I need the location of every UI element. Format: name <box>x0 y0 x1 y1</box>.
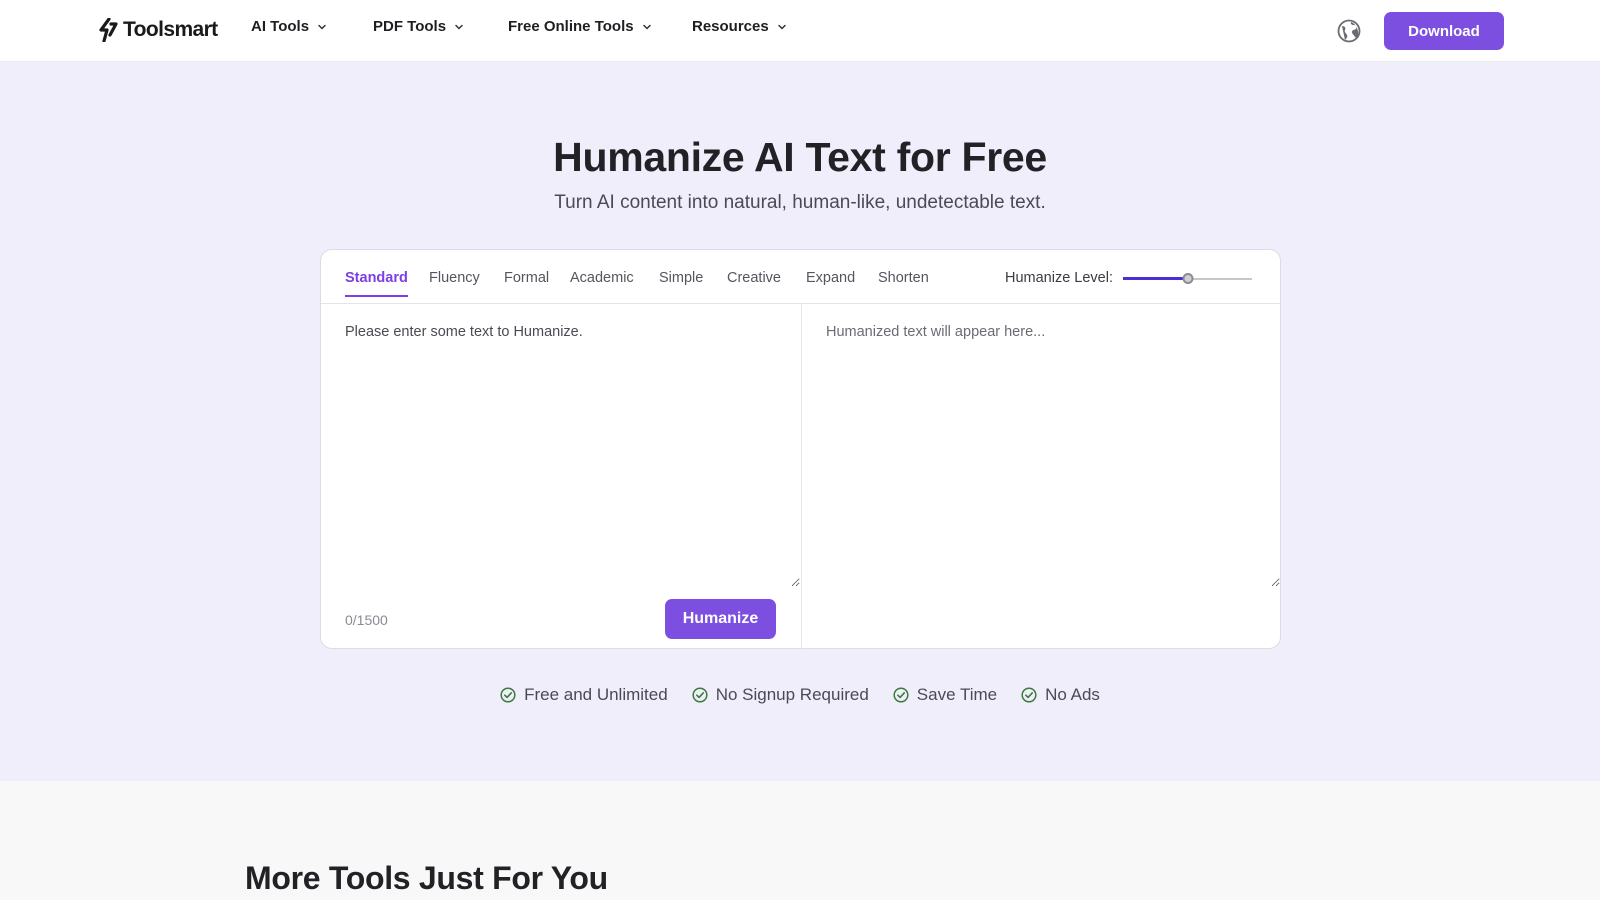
feature-item: No Signup Required <box>692 685 869 705</box>
humanize-button[interactable]: Humanize <box>665 599 776 639</box>
check-circle-icon <box>692 687 708 703</box>
hero-section: Humanize AI Text for Free Turn AI conten… <box>0 62 1600 781</box>
nav-resources-label: Resources <box>692 18 769 35</box>
feature-item: No Ads <box>1021 685 1100 705</box>
tab-expand[interactable]: Expand <box>806 270 855 286</box>
tab-creative[interactable]: Creative <box>727 270 781 286</box>
tab-simple[interactable]: Simple <box>659 270 703 286</box>
slider-thumb[interactable] <box>1182 273 1193 284</box>
tab-fluency[interactable]: Fluency <box>429 270 480 286</box>
check-circle-icon <box>500 687 516 703</box>
feature-item: Save Time <box>893 685 997 705</box>
logo-text: Toolsmart <box>123 18 218 41</box>
chevron-down-icon <box>318 24 326 30</box>
top-navbar: Toolsmart AI Tools PDF Tools Free Online… <box>0 0 1600 62</box>
page-title: Humanize AI Text for Free <box>553 134 1047 180</box>
check-circle-icon <box>893 687 909 703</box>
tab-shorten[interactable]: Shorten <box>878 270 929 286</box>
download-button[interactable]: Download <box>1384 12 1504 50</box>
chevron-down-icon <box>455 24 463 30</box>
nav-ai-tools[interactable]: AI Tools <box>251 18 351 35</box>
input-textarea[interactable] <box>322 304 800 587</box>
humanizer-card: Standard Fluency Formal Academic Simple … <box>320 249 1281 649</box>
features-list: Free and Unlimited No Signup Required Sa… <box>0 685 1600 705</box>
check-circle-icon <box>1021 687 1037 703</box>
character-counter: 0/1500 <box>345 612 388 628</box>
chevron-down-icon <box>642 24 651 30</box>
output-textarea[interactable] <box>802 304 1280 587</box>
nav-pdf-tools[interactable]: PDF Tools <box>373 18 483 35</box>
feature-label: No Signup Required <box>715 685 869 704</box>
feature-label: Free and Unlimited <box>524 685 668 704</box>
chevron-down-icon <box>777 24 786 30</box>
nav-free-online-tools[interactable]: Free Online Tools <box>508 18 668 35</box>
toolsmart-logo[interactable]: Toolsmart <box>97 17 218 43</box>
feature-label: No Ads <box>1045 685 1100 704</box>
globe-icon[interactable] <box>1337 19 1361 43</box>
logo-bolt-icon <box>99 18 118 42</box>
more-tools-heading: More Tools Just For You <box>245 860 608 896</box>
tab-standard[interactable]: Standard <box>345 270 408 297</box>
nav-ai-tools-label: AI Tools <box>251 18 310 35</box>
feature-label: Save Time <box>916 685 998 704</box>
nav-pdf-tools-label: PDF Tools <box>373 18 447 35</box>
tab-formal[interactable]: Formal <box>504 270 549 286</box>
nav-free-online-tools-label: Free Online Tools <box>508 18 634 35</box>
feature-item: Free and Unlimited <box>500 685 668 705</box>
nav-resources[interactable]: Resources <box>692 18 802 35</box>
page-subtitle: Turn AI content into natural, human-like… <box>554 192 1046 213</box>
tab-academic[interactable]: Academic <box>570 270 634 286</box>
humanize-level-label: Humanize Level: <box>1005 270 1113 286</box>
slider-fill <box>1123 277 1188 280</box>
humanize-level-slider[interactable] <box>1123 273 1252 284</box>
